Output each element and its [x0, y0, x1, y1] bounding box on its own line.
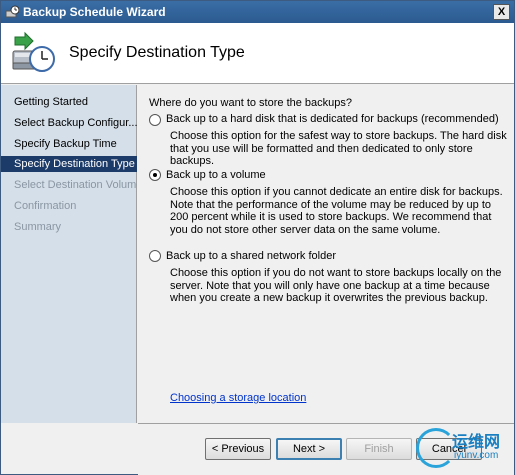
radio-selected-dot [153, 173, 157, 177]
step-select-destination-volume: Select Destination Volume [14, 179, 137, 191]
step-confirmation: Confirmation [14, 200, 77, 212]
option-volume-label[interactable]: Back up to a volume [166, 169, 266, 181]
option-dedicated-disk-label[interactable]: Back up to a hard disk that is dedicated… [166, 113, 499, 125]
wizard-steps-sidebar: Getting Started Select Backup Configur..… [1, 85, 137, 423]
wizard-header: Specify Destination Type [1, 23, 514, 84]
close-button[interactable]: X [493, 4, 510, 20]
previous-button[interactable]: < Previous [205, 438, 271, 460]
finish-button: Finish [346, 438, 412, 460]
wizard-window: Backup Schedule Wizard X Specify Destina… [0, 0, 515, 475]
backup-clock-icon [12, 31, 55, 72]
option-dedicated-disk-description: Choose this option for the safest way to… [170, 130, 507, 167]
next-button[interactable]: Next > [276, 438, 342, 460]
watermark-logo-icon [416, 428, 456, 468]
title-bar: Backup Schedule Wizard X [1, 1, 514, 23]
main-content: Where do you want to store the backups? … [138, 85, 514, 423]
option-volume-description: Choose this option if you cannot dedicat… [170, 186, 503, 236]
step-getting-started[interactable]: Getting Started [1, 94, 137, 110]
step-select-backup-configuration[interactable]: Select Backup Configur... [1, 115, 137, 131]
option-network-folder-label[interactable]: Back up to a shared network folder [166, 250, 336, 262]
window-title: Backup Schedule Wizard [23, 5, 166, 19]
step-summary: Summary [14, 221, 62, 233]
destination-question: Where do you want to store the backups? [149, 97, 353, 109]
radio-network-folder[interactable] [149, 250, 161, 262]
watermark-brand: 运维网 [452, 434, 501, 451]
storage-location-help-link[interactable]: Choosing a storage location [170, 392, 306, 404]
close-icon: X [497, 6, 506, 18]
step-specify-destination-type[interactable]: Specify Destination Type [1, 156, 137, 172]
option-network-folder-description: Choose this option if you do not want to… [170, 267, 502, 304]
backup-app-icon [5, 5, 19, 18]
radio-dedicated-disk[interactable] [149, 114, 161, 126]
radio-volume[interactable] [149, 169, 161, 181]
watermark-domain: iyunv.com [454, 450, 499, 461]
page-title: Specify Destination Type [69, 44, 245, 61]
step-specify-backup-time[interactable]: Specify Backup Time [1, 136, 137, 152]
site-watermark: 运维网 iyunv.com [416, 426, 508, 470]
